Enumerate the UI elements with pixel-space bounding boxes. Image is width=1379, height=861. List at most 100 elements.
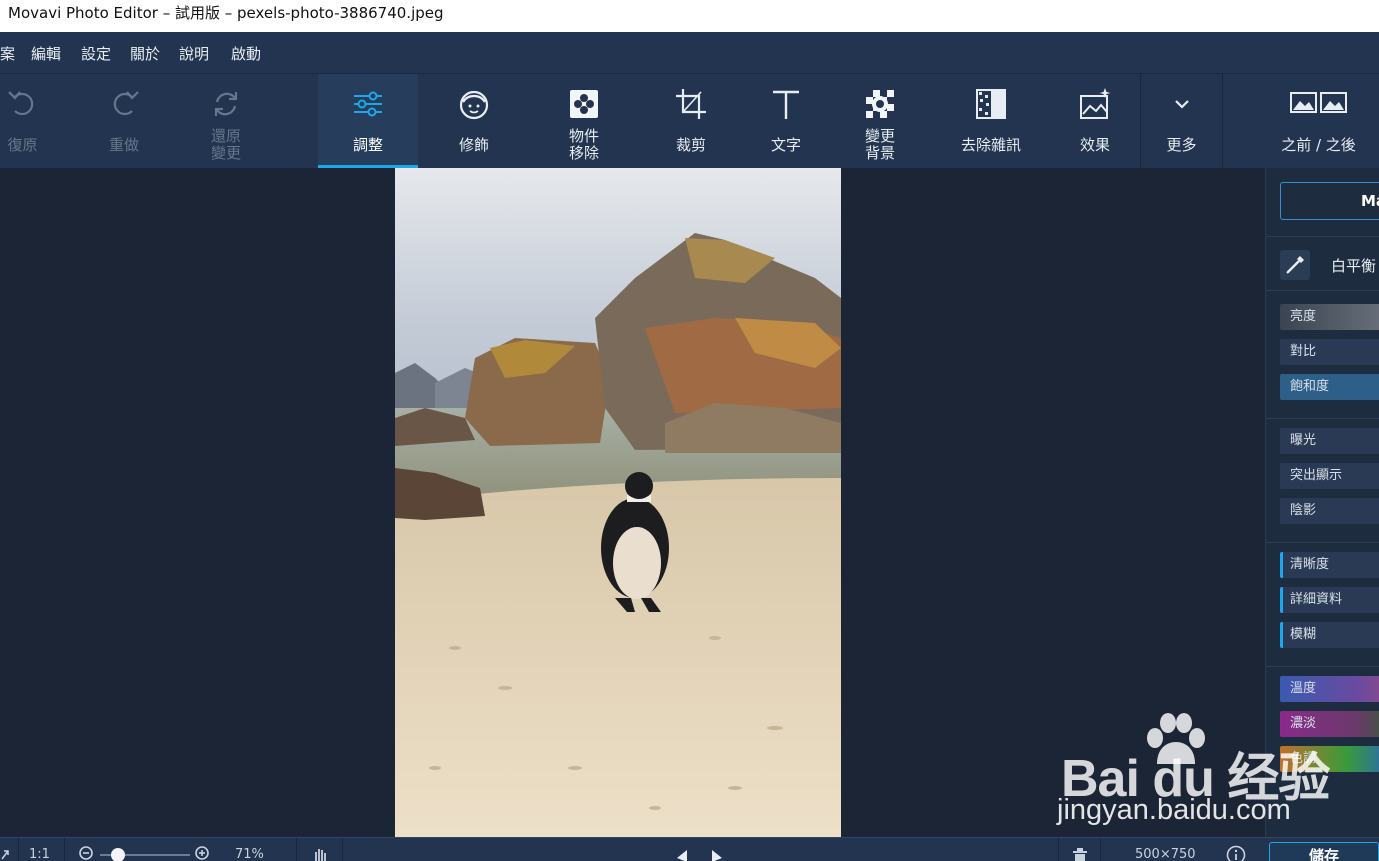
panel-divider: [1266, 666, 1379, 667]
text-icon: [773, 90, 799, 119]
zoom-level: 71%: [235, 847, 264, 861]
slider-2-2[interactable]: 模糊: [1280, 622, 1379, 648]
toolbar-divider: [1222, 74, 1223, 168]
image-size: 500×750: [1135, 847, 1196, 861]
crop-icon: [676, 89, 706, 119]
tab-object-removal[interactable]: 物件 移除: [534, 74, 634, 168]
chevron-down-icon: [1174, 100, 1189, 109]
menu-activate[interactable]: 啟動: [231, 32, 261, 74]
crop-label: 裁剪: [675, 136, 706, 154]
undo-label: 復原: [7, 136, 38, 154]
denoise-label: 去除雜訊: [960, 136, 1021, 154]
menu-edit[interactable]: 編輯: [31, 32, 61, 74]
toolbar: 復原 重做 還原 變更 調整 修飾 物件 移除 裁剪 文字 變更 背景 去除雜訊…: [0, 74, 1379, 168]
statusbar-divider: [342, 838, 343, 861]
tab-change-background[interactable]: 變更 背景: [830, 74, 930, 168]
panel-divider: [1266, 418, 1379, 419]
baidu-watermark: Bai du 经验 jingyan.baidu.com: [1055, 712, 1330, 832]
before-after-label: 之前 / 之後: [1281, 136, 1356, 154]
eyedropper-button[interactable]: [1280, 250, 1310, 280]
white-balance-label: 白平衡: [1331, 257, 1377, 275]
slider-0-2[interactable]: 飽和度: [1280, 374, 1379, 400]
window-title: Movavi Photo Editor – 試用版 – pexels-photo…: [8, 4, 444, 22]
slider-1-2[interactable]: 陰影: [1280, 498, 1379, 524]
penguin-photo: [395, 168, 841, 837]
statusbar-divider: [64, 838, 65, 861]
trash-icon[interactable]: [1072, 846, 1088, 861]
denoise-icon: [976, 89, 1006, 119]
redo-icon: [113, 91, 139, 116]
fit-screen-icon[interactable]: [0, 847, 10, 861]
previous-image-icon[interactable]: [673, 846, 689, 861]
object-removal-label: 物件 移除: [534, 128, 634, 162]
retouch-label: 修飾: [458, 136, 489, 154]
hand-tool-icon[interactable]: [312, 846, 328, 861]
menu-about[interactable]: 關於: [130, 32, 160, 74]
redo-button[interactable]: 重做: [84, 74, 164, 168]
object-removal-icon: [570, 90, 598, 118]
zoom-out-icon[interactable]: [78, 845, 96, 861]
slider-2-1[interactable]: 詳細資料: [1280, 587, 1379, 613]
tab-denoise[interactable]: 去除雜訊: [946, 74, 1036, 168]
sliders-icon: [354, 91, 382, 117]
slider-3-0[interactable]: 溫度: [1280, 676, 1379, 702]
more-label: 更多: [1166, 136, 1197, 154]
watermark-url: jingyan.baidu.com: [1057, 794, 1291, 826]
object-removal-label-line2: 移除: [568, 144, 599, 162]
save-button[interactable]: 儲存: [1269, 842, 1379, 861]
slider-0-0[interactable]: 亮度: [1280, 304, 1379, 330]
title-bar: Movavi Photo Editor – 試用版 – pexels-photo…: [0, 0, 1379, 32]
adjust-label: 調整: [352, 136, 383, 154]
effects-icon: [1080, 88, 1111, 119]
text-label: 文字: [770, 136, 801, 154]
statusbar-divider: [1058, 838, 1059, 861]
tab-text[interactable]: 文字: [736, 74, 836, 168]
slider-1-0[interactable]: 曝光: [1280, 428, 1379, 454]
zoom-slider-thumb[interactable]: [111, 848, 125, 861]
face-icon: [459, 90, 489, 120]
revert-label-line2: 變更: [210, 144, 241, 162]
menu-file[interactable]: 案: [0, 32, 15, 74]
undo-button[interactable]: 復原: [0, 74, 45, 168]
change-background-label-line1: 變更: [864, 127, 895, 145]
magic-enhance-button[interactable]: Ma: [1280, 182, 1379, 220]
tab-crop[interactable]: 裁剪: [641, 74, 741, 168]
redo-label: 重做: [108, 136, 139, 154]
app-window: Movavi Photo Editor – 試用版 – pexels-photo…: [0, 0, 1379, 861]
info-icon[interactable]: [1226, 845, 1246, 861]
next-image-icon[interactable]: [710, 846, 726, 861]
status-bar: 1:1 71% 500×750 儲存: [0, 837, 1379, 861]
slider-2-0[interactable]: 清晰度: [1280, 552, 1379, 578]
menu-settings[interactable]: 設定: [81, 32, 111, 74]
revert-changes-button[interactable]: 還原 變更: [186, 74, 266, 168]
change-background-label-line2: 背景: [864, 144, 895, 162]
actual-size-button[interactable]: 1:1: [29, 848, 50, 861]
slider-1-1[interactable]: 突出顯示: [1280, 463, 1379, 489]
before-after-button[interactable]: 之前 / 之後: [1258, 74, 1379, 168]
before-after-icon: [1290, 92, 1347, 113]
eyedropper-icon: [1286, 256, 1304, 274]
object-removal-label-line1: 物件: [568, 127, 599, 145]
menu-bar: 案 編輯 設定 關於 說明 啟動: [0, 32, 1379, 74]
statusbar-divider: [296, 838, 297, 861]
change-background-icon: [866, 90, 894, 118]
menu-help[interactable]: 說明: [179, 32, 209, 74]
statusbar-divider: [1100, 838, 1101, 861]
zoom-in-icon[interactable]: [194, 845, 212, 861]
undo-icon: [7, 91, 33, 116]
effects-label: 效果: [1079, 136, 1110, 154]
photo: [395, 168, 841, 837]
statusbar-divider: [18, 838, 19, 861]
change-background-label: 變更 背景: [830, 128, 930, 162]
panel-divider: [1266, 542, 1379, 543]
revert-label-line1: 還原: [210, 127, 241, 145]
tab-adjust[interactable]: 調整: [318, 74, 418, 168]
tab-retouch[interactable]: 修飾: [424, 74, 524, 168]
slider-0-1[interactable]: 對比: [1280, 339, 1379, 365]
more-button[interactable]: 更多: [1141, 74, 1222, 168]
revert-label: 還原 變更: [186, 128, 266, 162]
panel-divider: [1266, 236, 1379, 237]
tab-effects[interactable]: 效果: [1050, 74, 1140, 168]
panel-divider: [1266, 290, 1379, 291]
revert-icon: [214, 92, 238, 116]
